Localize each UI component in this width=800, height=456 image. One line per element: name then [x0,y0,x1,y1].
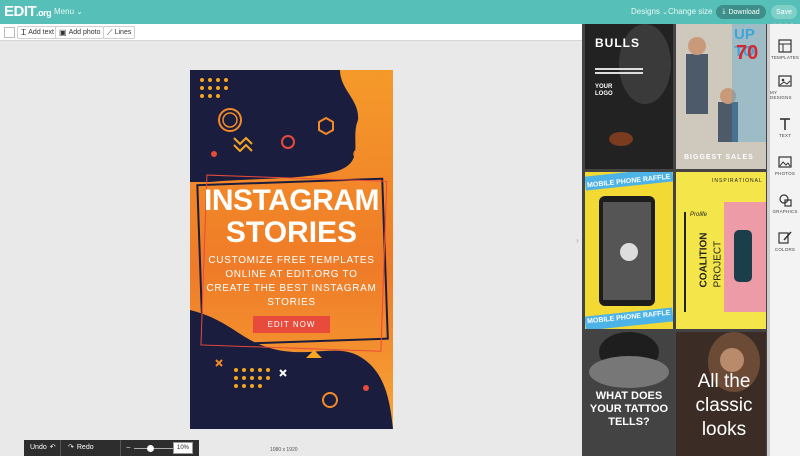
template-thumb-bulls[interactable]: BULLS YOUR LOGO [585,24,673,169]
zoom-slider-handle[interactable] [147,445,154,452]
sidebar-item-templates[interactable]: TEMPLATES [770,30,800,68]
text-cursor-icon: Ꮖ [21,27,27,37]
designs-menu[interactable]: Designs ⌄ [631,7,668,16]
text-icon [780,117,790,130]
divider [120,440,121,456]
design-shapes [190,70,393,429]
save-button[interactable]: Save [771,5,797,19]
design-canvas[interactable]: INSTAGRAM STORIES CUSTOMIZE FREE TEMPLAT… [190,70,393,429]
sidebar-item-photos[interactable]: PHOTOS [770,146,800,184]
graphics-icon [779,193,792,207]
download-button[interactable]: ⤓ Download [716,5,766,19]
templates-icon [778,38,792,53]
panel-collapse-icon[interactable]: › [576,236,579,245]
sidebar-item-text[interactable]: TEXT [770,108,800,146]
undo-button[interactable]: Undo ↶ [30,443,56,452]
background-color-swatch[interactable] [4,27,15,38]
raffle-artwork [585,172,673,329]
template-thumb-tattoo[interactable]: WHAT DOES YOUR TATTOO TELLS? [585,332,673,456]
change-size-menu[interactable]: Change size ⌄ [668,7,721,16]
add-photo-button[interactable]: ▣ Add photo [55,26,105,39]
photos-icon [778,155,792,168]
redo-icon: ↷ [68,444,74,451]
sidebar-item-my-designs[interactable]: MY DESIGNS [770,68,800,106]
editor-toolbar: Ꮖ Add text ▣ Add photo ⟋ Lines [0,24,582,41]
add-text-button[interactable]: Ꮖ Add text [17,26,58,39]
template-thumb-coalition[interactable]: INSPIRATIONAL Prolife COALITION PROJECT [676,172,766,329]
canvas-dimensions: 1080 x 1920 [270,447,298,453]
design-cta-button[interactable]: EDIT NOW [253,316,330,333]
sidebar-item-graphics[interactable]: GRAPHICS [770,184,800,222]
my-designs-icon [778,75,792,87]
undo-icon: ↶ [49,444,56,451]
edit-org-logo[interactable]: EDIT.org [4,3,52,20]
zoom-out-icon[interactable]: − [126,443,131,452]
menu-button[interactable]: Menu ⌄ [54,7,83,16]
right-sidebar: TEMPLATES MY DESIGNS TEXT PHOTOS GRAPHIC… [770,24,800,456]
chevron-down-icon: ⌄ [76,7,83,16]
image-icon: ▣ [59,28,67,37]
lines-button[interactable]: ⟋ Lines [103,26,136,39]
zoom-value-field[interactable]: 10% [173,442,193,454]
divider [60,440,61,456]
design-title-line2[interactable]: STORIES [190,218,393,248]
design-subtitle[interactable]: CUSTOMIZE FREE TEMPLATES ONLINE AT EDIT.… [204,254,379,310]
template-thumb-sale[interactable]: UP TO 70 BIGGEST SALES [676,24,766,169]
sidebar-item-colors[interactable]: COLORS [770,222,800,260]
line-icon: ⟋ [107,27,113,37]
template-thumb-raffle[interactable]: MOBILE PHONE RAFFLE MOBILE PHONE RAFFLE [585,172,673,329]
download-icon: ⤓ [722,8,726,15]
top-header: EDIT.org Menu ⌄ Designs ⌄ Change size ⌄ … [0,0,800,24]
design-title-line1[interactable]: INSTAGRAM [190,186,393,216]
colors-icon [778,231,792,244]
redo-button[interactable]: ↷ Redo [68,443,94,452]
template-thumb-classic[interactable]: All the classic looks [676,332,766,456]
